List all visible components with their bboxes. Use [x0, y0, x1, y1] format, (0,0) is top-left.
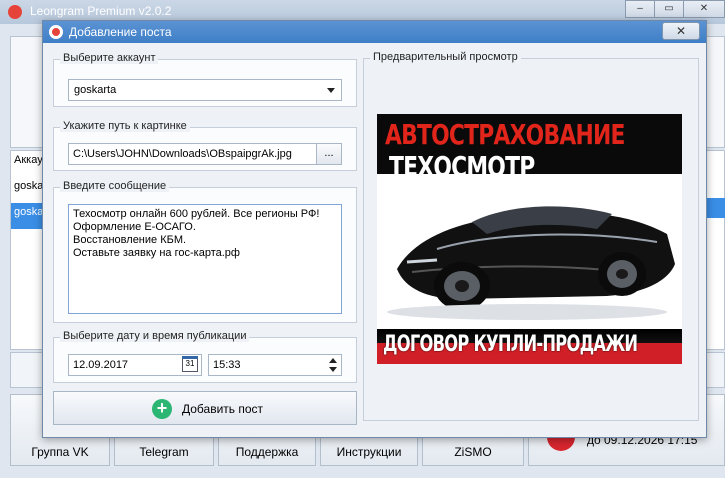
message-line: Оставьте заявку на гос-карта.рф	[73, 247, 240, 259]
app-logo-icon	[49, 25, 63, 39]
message-group-title: Введите сообщение	[60, 180, 170, 192]
message-group: Введите сообщение Техосмотр онлайн 600 р…	[53, 180, 357, 323]
list-item[interactable]: Аккау	[11, 151, 45, 177]
image-path-input[interactable]: C:\Users\JOHN\Downloads\OBspaipgrAk.jpg	[68, 143, 318, 165]
account-select-value: goskarta	[74, 84, 117, 96]
image-path-group: Укажите путь к картинке C:\Users\JOHN\Do…	[53, 120, 357, 171]
close-button[interactable]: ✕	[683, 0, 725, 18]
group-vk-label: Группа VK	[31, 445, 89, 459]
account-group: Выберите аккаунт goskarta	[53, 52, 357, 107]
message-line: Восстановление КБМ.	[73, 234, 187, 246]
chevron-down-icon	[327, 88, 335, 93]
account-group-title: Выберите аккаунт	[60, 52, 159, 64]
account-select[interactable]: goskarta	[68, 79, 342, 101]
list-item[interactable]: goskar	[11, 203, 45, 229]
date-picker[interactable]: 12.09.2017 31	[68, 354, 202, 376]
message-line: Техосмотр онлайн 600 рублей. Все регионы…	[73, 208, 320, 220]
preview-group-title: Предварительный просмотр	[370, 51, 521, 63]
spin-up-icon[interactable]	[329, 358, 337, 363]
app-logo-icon	[8, 5, 22, 19]
schedule-group-title: Выберите дату и время публикации	[60, 330, 250, 342]
add-post-dialog: Добавление поста ✕ Выберите аккаунт gosk…	[42, 20, 707, 438]
support-label: Поддержка	[235, 445, 299, 459]
dialog-titlebar: Добавление поста ✕	[43, 21, 706, 43]
preview-image: АВТОСТРАХОВАНИЕ ТЕХОСМОТР ДОГОВОР КУПЛИ-…	[377, 114, 682, 364]
minimize-button[interactable]: –	[625, 0, 655, 18]
spin-down-icon[interactable]	[329, 367, 337, 372]
add-post-button[interactable]: + Добавить пост	[53, 391, 357, 425]
browse-button[interactable]: ...	[316, 143, 342, 165]
main-window-title: Leongram Premium v2.0.2	[30, 4, 172, 18]
window-controls: – ▭ ✕	[625, 0, 725, 20]
preview-footer-text: ДОГОВОР КУПЛИ-ПРОДАЖИ	[383, 332, 638, 357]
message-line: Оформление Е-ОСАГО.	[73, 221, 196, 233]
dialog-title: Добавление поста	[69, 25, 172, 39]
message-textarea[interactable]: Техосмотр онлайн 600 рублей. Все регионы…	[68, 204, 342, 314]
image-path-group-title: Укажите путь к картинке	[60, 120, 190, 132]
dialog-close-button[interactable]: ✕	[662, 22, 700, 40]
accounts-list[interactable]: Аккау goskar goskar	[10, 150, 46, 350]
zismo-label: ZiSMO	[454, 445, 492, 459]
calendar-icon[interactable]: 31	[182, 356, 198, 372]
time-picker[interactable]: 15:33	[208, 354, 342, 376]
schedule-group: Выберите дату и время публикации 12.09.2…	[53, 330, 357, 383]
preview-headline-2: ТЕХОСМОТР	[389, 150, 535, 183]
time-value: 15:33	[213, 359, 241, 371]
telegram-label: Telegram	[139, 445, 189, 459]
plus-icon: +	[152, 399, 172, 419]
maximize-button[interactable]: ▭	[654, 0, 684, 18]
add-post-label: Добавить пост	[182, 402, 264, 416]
car-illustration	[377, 174, 682, 324]
top-left-panel	[10, 36, 46, 148]
date-value: 12.09.2017	[73, 359, 129, 371]
instructions-label: Инструкции	[336, 445, 402, 459]
time-spinner[interactable]	[329, 358, 337, 372]
preview-headline-1: АВТОСТРАХОВАНИЕ	[385, 118, 625, 151]
mid-left-button[interactable]	[10, 352, 46, 388]
list-item[interactable]: goskar	[11, 177, 45, 203]
